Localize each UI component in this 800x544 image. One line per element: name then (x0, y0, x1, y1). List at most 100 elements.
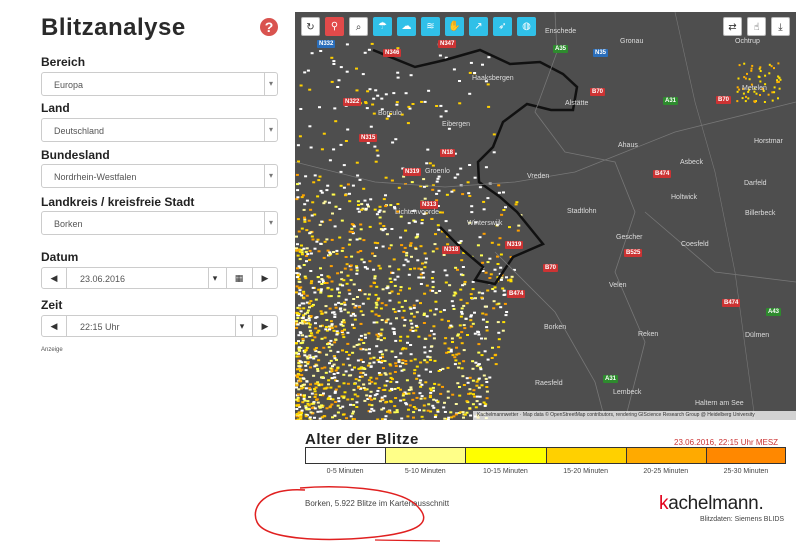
legend-swatch (465, 447, 546, 464)
town-label: Asbeck (680, 159, 703, 166)
annotation-circle (254, 486, 441, 542)
town-label: Eibergen (442, 121, 471, 128)
hand-icon[interactable]: ✋ (445, 17, 464, 36)
zeit-value[interactable]: 22:15 Uhr (80, 322, 120, 332)
road-label: B70 (716, 96, 732, 104)
town-label: Ahaus (618, 142, 638, 149)
landkreis-select[interactable]: Borken ▾ (41, 211, 278, 235)
cloud-icon[interactable]: ☁ (397, 17, 416, 36)
zoom-icon[interactable]: ⌕ (349, 17, 368, 36)
town-label: Lembeck (613, 389, 642, 396)
lightning-map[interactable]: ↻ ⚲ ⌕ ☂ ☁ ≋ ✋ ↗ ➶ ◍ ⇄ ☝ ⤓ N332 N346 N347… (295, 12, 796, 420)
lightning-strikes (295, 42, 782, 420)
location-pin-icon[interactable]: ⚲ (325, 17, 344, 36)
town-label: Coesfeld (681, 241, 709, 248)
wind-icon[interactable]: ≋ (421, 17, 440, 36)
road-label: A35 (553, 45, 569, 53)
legend-label: 15-20 Minuten (563, 468, 608, 475)
town-label: Metelen (742, 85, 767, 92)
bundesland-label: Bundesland (41, 148, 110, 162)
bereich-select[interactable]: Europa ▾ (41, 72, 278, 96)
legend-bin: 5-10 Minuten (385, 447, 466, 477)
datum-value[interactable]: 23.06.2016 (80, 274, 125, 284)
road-label: N318 (442, 246, 461, 254)
land-select[interactable]: Deutschland ▾ (41, 118, 278, 142)
legend-label: 20-25 Minuten (643, 468, 689, 475)
legend-bin: 10-15 Minuten (465, 447, 546, 477)
road-label: N315 (359, 134, 378, 142)
chevron-down-icon: ▾ (264, 212, 277, 234)
legend-label: 5-10 Minuten (404, 468, 446, 475)
town-label: Groenlo (425, 168, 450, 175)
legend-swatch (705, 447, 787, 464)
legend-label: 0-5 Minuten (326, 468, 364, 475)
next-time-button[interactable]: ▶ (252, 316, 277, 336)
road-label: N35 (593, 49, 609, 57)
refresh-icon[interactable]: ↻ (301, 17, 320, 36)
bereich-value: Europa (54, 80, 84, 90)
bundesland-select[interactable]: Nordrhein-Westfalen ▾ (41, 164, 278, 188)
data-credit: Blitzdaten: Siemens BLIDS (700, 516, 785, 523)
town-label: Holtwick (671, 194, 698, 201)
age-legend: 0-5 Minuten 5-10 Minuten 10-15 Minuten 15-2… (305, 447, 787, 477)
animation-icon[interactable]: ⇄ (723, 17, 742, 36)
road-label: N322 (343, 98, 362, 106)
legend-title: Alter der Blitze (305, 431, 419, 448)
road-label: N313 (420, 201, 439, 209)
landkreis-label: Landkreis / kreisfreie Stadt (41, 195, 195, 209)
zeit-stepper: ◀ 22:15 Uhr ▾ ▶ (41, 315, 278, 337)
map-attribution: Kachelmannwetter · Map data © OpenStreet… (473, 411, 796, 420)
road-label: A31 (603, 375, 619, 383)
legend-label: 25-30 Minuten (723, 468, 769, 475)
road-label: B70 (590, 88, 606, 96)
download-icon[interactable]: ⤓ (771, 17, 790, 36)
page-title: Blitzanalyse (41, 14, 186, 41)
legend-label: 10-15 Minuten (483, 468, 528, 475)
landkreis-value: Borken (54, 219, 83, 229)
umbrella-icon[interactable]: ☂ (373, 17, 392, 36)
legend-bin: 0-5 Minuten (305, 447, 386, 477)
arrow-icon[interactable]: ↗ (469, 17, 488, 36)
chevron-down-icon: ▾ (264, 119, 277, 141)
wind-arrow-icon[interactable]: ➶ (493, 17, 512, 36)
town-label: Borken (544, 324, 567, 331)
town-label: Dülmen (745, 332, 770, 339)
next-date-button[interactable]: ▶ (252, 268, 277, 288)
calendar-icon[interactable]: ▦ (226, 268, 251, 288)
legend-swatch (545, 447, 626, 464)
legend-bin: 25-30 Minuten (705, 447, 787, 477)
road-label: B474 (653, 170, 672, 178)
chevron-down-icon[interactable]: ▾ (208, 268, 221, 288)
town-label: Winterswijk (467, 220, 503, 227)
chevron-down-icon: ▾ (264, 165, 277, 187)
town-label: Velen (609, 282, 627, 289)
town-label: Enschede (545, 28, 577, 35)
globe-icon[interactable]: ◍ (517, 17, 536, 36)
like-icon[interactable]: ☝ (747, 17, 766, 36)
road-label: N347 (438, 40, 457, 48)
town-label: Gronau (620, 38, 644, 45)
road-label: B474 (722, 299, 741, 307)
road-label: A31 (663, 97, 679, 105)
prev-date-button[interactable]: ◀ (42, 268, 67, 288)
map-canvas (295, 12, 796, 420)
road-label: B70 (543, 264, 559, 272)
kachelmann-logo[interactable]: kachelmann. (659, 493, 764, 515)
road-label: B525 (624, 249, 643, 257)
town-label: Ochtrup (735, 38, 760, 45)
legend-bin: 20-25 Minuten (625, 447, 706, 477)
town-label: Lichtenvoorde (395, 209, 439, 216)
town-label: Borculo (378, 110, 402, 117)
town-label: Horstmar (754, 138, 783, 145)
legend-swatch (625, 447, 706, 464)
bundesland-value: Nordrhein-Westfalen (54, 172, 137, 182)
legend-timestamp: 23.06.2016, 22:15 Uhr MESZ (674, 438, 779, 447)
help-icon[interactable]: ? (260, 18, 278, 36)
legend-swatch (305, 447, 386, 464)
land-label: Land (41, 101, 70, 115)
prev-time-button[interactable]: ◀ (42, 316, 67, 336)
border-line (372, 48, 579, 286)
legend-swatch (385, 447, 466, 464)
chevron-down-icon[interactable]: ▾ (235, 316, 248, 336)
town-label: Darfeld (744, 180, 767, 187)
